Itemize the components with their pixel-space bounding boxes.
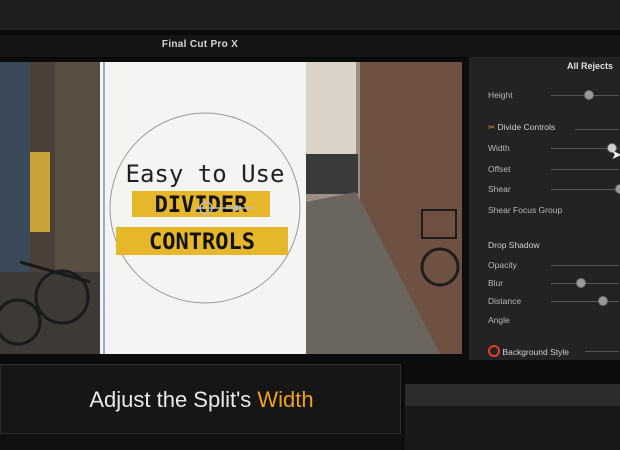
- offset-slider-track[interactable]: [551, 169, 619, 170]
- divide-controls-divider: [575, 129, 619, 130]
- offset-label: Offset: [488, 164, 511, 174]
- distance-label: Distance: [488, 296, 522, 306]
- drop-shadow-label[interactable]: Drop Shadow: [488, 240, 540, 250]
- distance-slider-knob[interactable]: [598, 296, 608, 306]
- background-style-divider: [585, 351, 619, 352]
- caption-box: Adjust the Split's Width: [0, 364, 401, 434]
- overlay-line1: Easy to Use: [126, 160, 285, 188]
- app-title: Final Cut Pro X: [161, 39, 239, 50]
- distance-slider-track[interactable]: [551, 301, 619, 302]
- bottom-strip: [0, 434, 405, 450]
- blur-label: Blur: [488, 278, 504, 288]
- inspector-panel: All Rejects Height ✂ Divide Controls Wid…: [469, 57, 620, 360]
- opacity-label: Opacity: [488, 260, 517, 270]
- background-style-icon: [488, 345, 500, 357]
- divide-controls-label: Divide Controls: [497, 122, 556, 132]
- scissors-icon: ✂: [488, 122, 496, 132]
- width-label: Width: [488, 143, 510, 153]
- video-viewer[interactable]: Easy to Use DIVIDER CONTROLS: [0, 62, 462, 354]
- angle-label: Angle: [488, 315, 510, 325]
- video-frame: Easy to Use DIVIDER CONTROLS: [0, 62, 462, 354]
- background-style-label: Background Style: [502, 347, 569, 357]
- overlay-line3: CONTROLS: [149, 230, 255, 255]
- caption-text: Adjust the Split's Width: [1, 387, 402, 413]
- shear-slider-knob[interactable]: [615, 184, 620, 194]
- shear-label: Shear: [488, 184, 511, 194]
- mouse-cursor-icon: ➤: [611, 147, 620, 162]
- caption-prefix: Adjust the Split's: [89, 387, 258, 412]
- caption-highlight: Width: [257, 387, 314, 412]
- timeline-ruler[interactable]: [405, 384, 620, 406]
- height-label: Height: [488, 90, 513, 100]
- blur-slider-knob[interactable]: [576, 278, 586, 288]
- divide-controls-section[interactable]: ✂ Divide Controls: [488, 122, 555, 133]
- title-bar: Final Cut Pro X: [0, 35, 620, 58]
- background-style-section[interactable]: Background Style: [488, 345, 569, 357]
- timeline-area[interactable]: [405, 384, 620, 450]
- yellow-door: [30, 152, 50, 232]
- shear-slider-track[interactable]: [551, 189, 619, 190]
- height-slider-knob[interactable]: [584, 90, 594, 100]
- shop-front: [306, 154, 358, 194]
- tab-all-rejects[interactable]: All Rejects: [567, 61, 613, 71]
- opacity-slider-track[interactable]: [551, 265, 619, 266]
- shear-focus-group-label: Shear Focus Group: [488, 205, 563, 215]
- top-toolbar: [0, 0, 620, 30]
